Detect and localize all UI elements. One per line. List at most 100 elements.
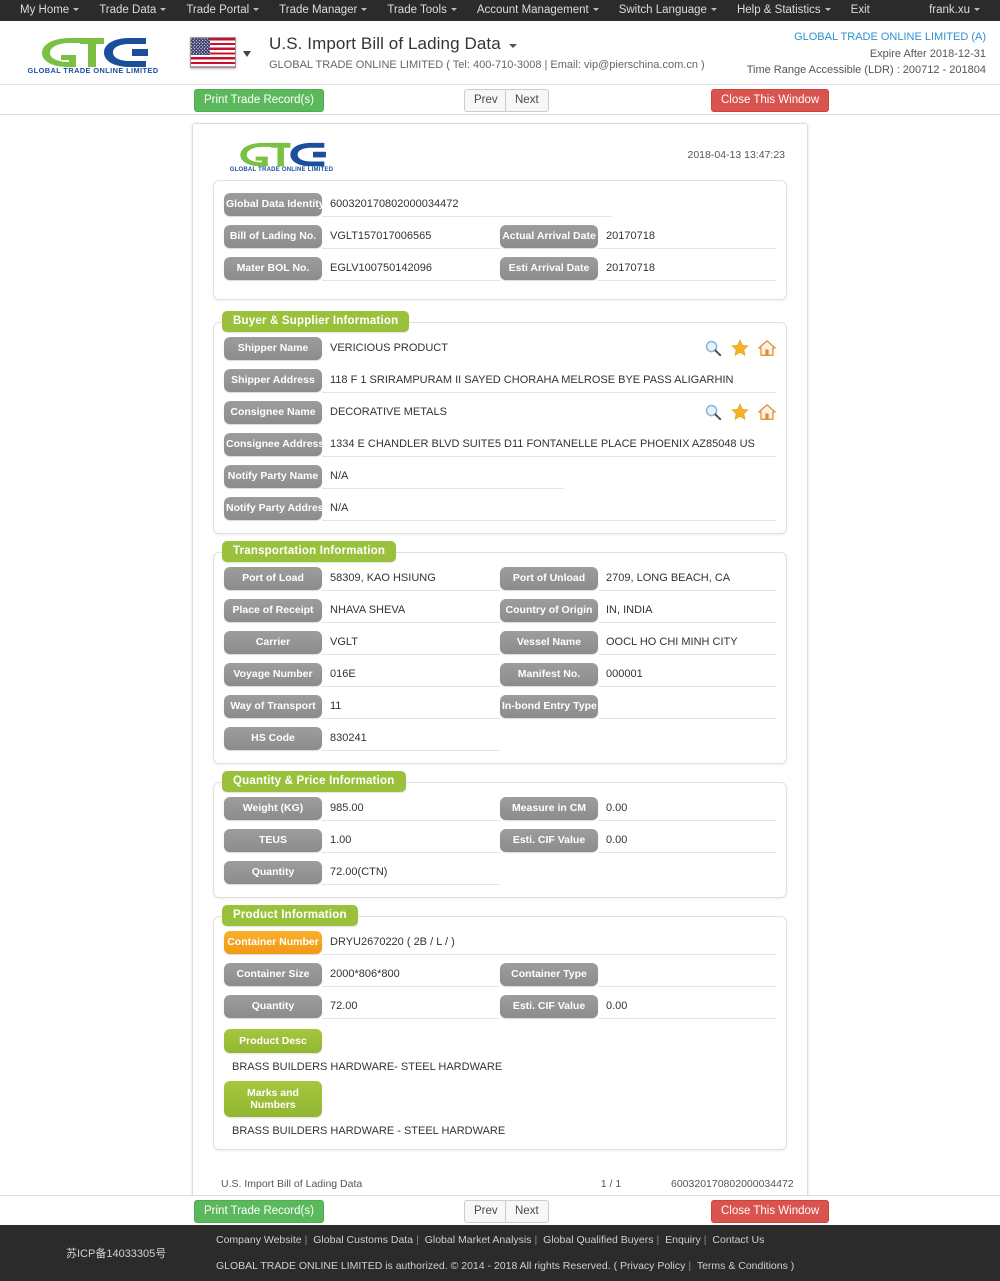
- port-of-load-label: Port of Load: [224, 567, 322, 590]
- shipper-name-value: VERICIOUS PRODUCT: [330, 342, 448, 354]
- home-icon[interactable]: [758, 339, 776, 357]
- product-quantity-cell: Quantity 72.00: [224, 995, 500, 1019]
- home-icon[interactable]: [758, 403, 776, 421]
- consignee-address-row: Consignee Address 1334 E CHANDLER BLVD S…: [224, 433, 776, 457]
- nav-item-trade-manager[interactable]: Trade Manager: [269, 0, 377, 21]
- product-quantity-value: 72.00: [322, 995, 500, 1019]
- star-icon[interactable]: [731, 339, 749, 357]
- footer-link-terms-conditions[interactable]: Terms & Conditions: [697, 1260, 788, 1272]
- footer-copyright-row: GLOBAL TRADE ONLINE LIMITED is authorize…: [216, 1257, 794, 1276]
- nav-item-label: Trade Manager: [279, 4, 358, 16]
- sheet-timestamp: 2018-04-13 13:47:23: [687, 149, 786, 161]
- footer-link-company-website[interactable]: Company Website: [216, 1234, 302, 1246]
- nav-item-label: Help & Statistics: [736, 4, 821, 16]
- bill-of-lading-cell: Bill of Lading No. VGLT157017006565: [224, 225, 500, 249]
- country-of-origin-cell: Country of Origin IN, INDIA: [500, 599, 776, 623]
- product-desc-label: Product Desc: [224, 1029, 322, 1053]
- country-selector[interactable]: [190, 37, 251, 68]
- us-flag-icon: [190, 37, 236, 68]
- country-of-origin-value: IN, INDIA: [598, 599, 776, 623]
- chevron-down-icon: [253, 8, 260, 12]
- shipper-address-cell: Shipper Address 118 F 1 SRIRAMPURAM II S…: [224, 369, 776, 393]
- search-icon[interactable]: [704, 339, 722, 357]
- esti-cif-value-cell: Esti. CIF Value 0.00: [500, 829, 776, 853]
- next-button[interactable]: Next: [505, 89, 549, 112]
- chevron-down-icon: [508, 44, 517, 48]
- hs-code-label: HS Code: [224, 727, 322, 750]
- way-of-transport-value: 11: [322, 695, 500, 719]
- print-trade-records-button-bottom[interactable]: Print Trade Record(s): [194, 1200, 324, 1223]
- carrier-cell: Carrier VGLT: [224, 631, 500, 655]
- print-trade-records-button[interactable]: Print Trade Record(s): [194, 89, 324, 112]
- port-of-load-cell: Port of Load 58309, KAO HSIUNG: [224, 567, 500, 591]
- user-menu[interactable]: frank.xu: [919, 0, 990, 21]
- inbond-entry-type-cell: In-bond Entry Type: [500, 695, 776, 719]
- top-navigation-bar: My Home Trade Data Trade Portal Trade Ma…: [0, 0, 1000, 21]
- esti-arrival-date-label: Esti Arrival Date: [500, 257, 598, 280]
- separator: |: [656, 1233, 660, 1246]
- product-quantity-cif-row: Quantity 72.00 Esti. CIF Value 0.00: [224, 995, 776, 1019]
- search-icon[interactable]: [704, 403, 722, 421]
- footer-link-privacy-policy[interactable]: Privacy Policy: [620, 1260, 685, 1272]
- quantity-label: Quantity: [224, 861, 322, 884]
- star-icon[interactable]: [731, 403, 749, 421]
- nav-item-label: Account Management: [476, 4, 589, 16]
- country-of-origin-label: Country of Origin: [500, 599, 598, 622]
- notify-party-name-row: Notify Party Name N/A: [224, 465, 776, 489]
- quantity-price-panel: Quantity & Price Information Weight (KG)…: [213, 771, 787, 898]
- carrier-vessel-row: Carrier VGLT Vessel Name OOCL HO CHI MIN…: [224, 631, 776, 655]
- carrier-value: VGLT: [322, 631, 500, 655]
- product-esti-cif-cell: Esti. CIF Value 0.00: [500, 995, 776, 1019]
- nav-item-help-statistics[interactable]: Help & Statistics: [727, 0, 841, 21]
- vessel-name-cell: Vessel Name OOCL HO CHI MINH CITY: [500, 631, 776, 655]
- footer-close-paren: ): [790, 1259, 795, 1272]
- account-name[interactable]: GLOBAL TRADE ONLINE LIMITED (A): [747, 29, 986, 46]
- footer-link-global-qualified-buyers[interactable]: Global Qualified Buyers: [543, 1234, 653, 1246]
- measure-in-cm-value: 0.00: [598, 797, 776, 821]
- nav-item-exit[interactable]: Exit: [841, 0, 880, 21]
- prev-button-bottom[interactable]: Prev: [464, 1200, 508, 1223]
- close-this-window-button-bottom[interactable]: Close This Window: [711, 1200, 830, 1223]
- place-of-receipt-value: NHAVA SHEVA: [322, 599, 500, 623]
- port-of-load-value: 58309, KAO HSIUNG: [322, 567, 500, 591]
- page-title-row[interactable]: U.S. Import Bill of Lading Data: [269, 34, 705, 54]
- document-area: GLOBAL TRADE ONLINE LIMITED 2018-04-13 1…: [0, 115, 1000, 1205]
- product-quantity-label: Quantity: [224, 995, 322, 1018]
- product-information-panel: Product Information Container Number DRY…: [213, 905, 787, 1150]
- sheet-footer-doc-id: 600320170802000034472: [671, 1178, 794, 1190]
- nav-item-label: Trade Data: [99, 4, 157, 16]
- nav-item-trade-tools[interactable]: Trade Tools: [377, 0, 466, 21]
- prev-button[interactable]: Prev: [464, 89, 508, 112]
- nav-item-account-management[interactable]: Account Management: [467, 0, 609, 21]
- consignee-address-cell: Consignee Address 1334 E CHANDLER BLVD S…: [224, 433, 776, 457]
- next-button-bottom[interactable]: Next: [505, 1200, 549, 1223]
- container-size-cell: Container Size 2000*806*800: [224, 963, 500, 987]
- footer-link-enquiry[interactable]: Enquiry: [665, 1234, 701, 1246]
- mater-bol-row: Mater BOL No. EGLV100750142096 Esti Arri…: [224, 257, 776, 281]
- transportation-legend: Transportation Information: [222, 541, 397, 562]
- nav-item-my-home[interactable]: My Home: [10, 0, 89, 21]
- shipper-name-label: Shipper Name: [224, 337, 322, 360]
- icp-license: 苏ICP备14033305号: [66, 1248, 167, 1260]
- container-size-type-row: Container Size 2000*806*800 Container Ty…: [224, 963, 776, 987]
- voyage-number-cell: Voyage Number 016E: [224, 663, 500, 687]
- buyer-supplier-legend: Buyer & Supplier Information: [222, 311, 410, 332]
- container-number-label[interactable]: Container Number: [224, 931, 322, 954]
- footer-copyright: GLOBAL TRADE ONLINE LIMITED is authorize…: [216, 1259, 618, 1272]
- nav-item-trade-portal[interactable]: Trade Portal: [176, 0, 269, 21]
- nav-item-trade-data[interactable]: Trade Data: [89, 0, 176, 21]
- mater-bol-label: Mater BOL No.: [224, 257, 322, 280]
- footer-link-global-market-analysis[interactable]: Global Market Analysis: [425, 1234, 532, 1246]
- close-this-window-button[interactable]: Close This Window: [711, 89, 830, 112]
- global-data-identity-row: Global Data Identity 6003201708020000344…: [224, 193, 776, 217]
- footer-link-contact-us[interactable]: Contact Us: [712, 1234, 764, 1246]
- nav-item-label: Exit: [850, 4, 870, 16]
- footer-link-global-customs-data[interactable]: Global Customs Data: [313, 1234, 413, 1246]
- nav-item-switch-language[interactable]: Switch Language: [609, 0, 727, 21]
- manifest-no-cell: Manifest No. 000001: [500, 663, 776, 687]
- hs-code-cell: HS Code 830241: [224, 727, 500, 751]
- global-data-identity-label: Global Data Identity: [224, 193, 322, 216]
- measure-in-cm-label: Measure in CM: [500, 797, 598, 820]
- svg-text:GLOBAL TRADE ONLINE LIMITED: GLOBAL TRADE ONLINE LIMITED: [28, 66, 158, 74]
- gto-logo[interactable]: GLOBAL TRADE ONLINE LIMITED: [14, 32, 172, 74]
